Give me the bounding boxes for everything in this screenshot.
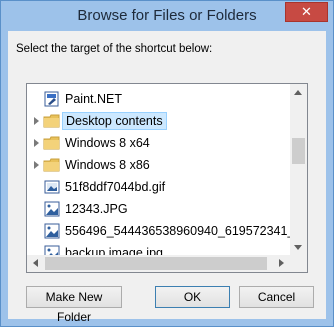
tree-item-windows-8-x86[interactable]: Windows 8 x86 — [27, 154, 291, 176]
tree-item-label: Paint.NET — [65, 92, 122, 106]
tree-item-label: 12343.JPG — [65, 202, 128, 216]
horizontal-scrollbar[interactable] — [27, 255, 290, 272]
tree-item-label: Windows 8 x64 — [65, 136, 150, 150]
scroll-up-icon[interactable] — [294, 90, 302, 95]
cancel-button[interactable]: Cancel — [239, 286, 314, 308]
image-icon — [44, 201, 60, 217]
folder-icon — [43, 136, 60, 150]
folder-icon — [43, 158, 60, 172]
tree-item-label: Desktop contents — [62, 112, 167, 130]
expand-arrow-icon[interactable] — [34, 161, 39, 169]
title-bar[interactable]: Browse for Files or Folders ✕ — [1, 1, 333, 31]
make-new-folder-button[interactable]: Make New Folder — [26, 286, 122, 324]
tree-item-desktop-contents[interactable]: Desktop contents — [27, 110, 291, 132]
ok-button[interactable]: OK — [155, 286, 230, 308]
scroll-right-icon[interactable] — [279, 259, 284, 267]
close-button[interactable]: ✕ — [285, 2, 328, 22]
gif-image-icon — [44, 180, 60, 194]
expand-arrow-icon[interactable] — [34, 117, 39, 125]
tree-item-long-jpg[interactable]: 556496_544436538960940_619572341_n.jpg — [27, 220, 307, 242]
tree-item-label: 556496_544436538960940_619572341_n.jpg — [65, 224, 308, 238]
tree-item-windows-8-x64[interactable]: Windows 8 x64 — [27, 132, 291, 154]
scrollbar-corner — [290, 255, 307, 272]
tree-item-paint-net[interactable]: Paint.NET — [27, 88, 291, 110]
scroll-down-icon[interactable] — [294, 245, 302, 250]
tree-item-gif-file[interactable]: 51f8ddf7044bd.gif — [27, 176, 291, 198]
instruction-text: Select the target of the shortcut below: — [16, 43, 213, 55]
window-title: Browse for Files or Folders — [77, 7, 257, 24]
app-icon — [44, 91, 59, 107]
vertical-scrollbar[interactable] — [290, 84, 307, 256]
tree-item-label: Windows 8 x86 — [65, 158, 150, 172]
horizontal-scroll-thumb[interactable] — [45, 257, 267, 270]
scroll-left-icon[interactable] — [33, 259, 38, 267]
folder-icon — [43, 114, 60, 128]
close-icon: ✕ — [301, 4, 312, 19]
vertical-scroll-thumb[interactable] — [292, 138, 305, 164]
tree-item-12343-jpg[interactable]: 12343.JPG — [27, 198, 291, 220]
image-icon — [44, 223, 60, 239]
tree-item-label: 51f8ddf7044bd.gif — [65, 180, 166, 194]
folder-tree[interactable]: Paint.NET Desktop contents Windows 8 x64 — [26, 83, 308, 273]
expand-arrow-icon[interactable] — [34, 139, 39, 147]
